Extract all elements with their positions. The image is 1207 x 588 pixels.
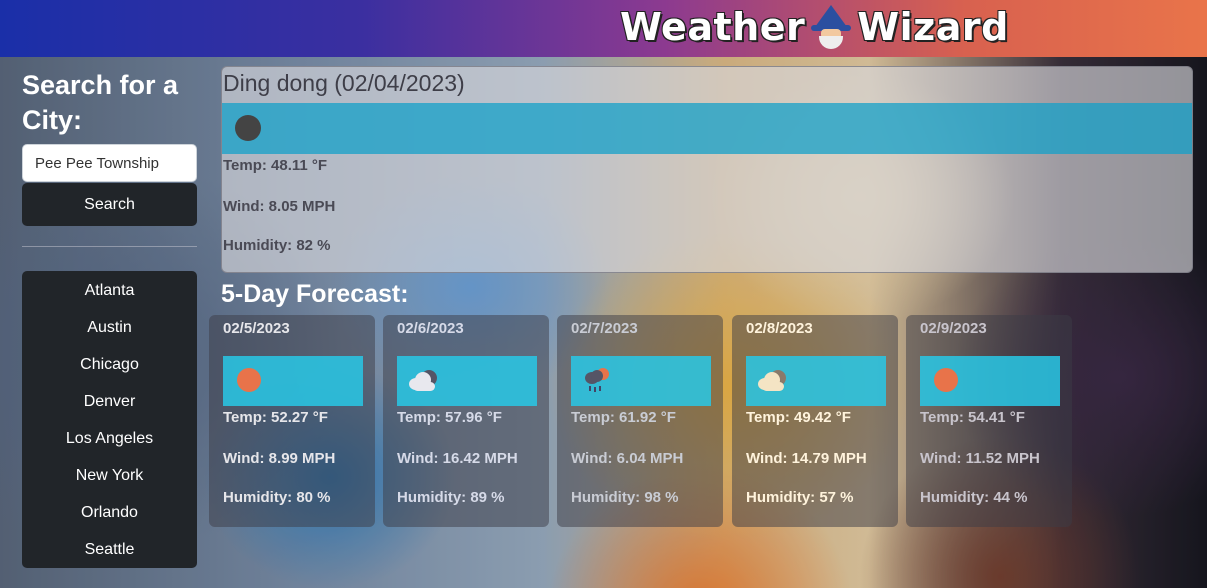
moon-icon [235,115,261,141]
forecast-icon-band [746,356,886,406]
forecast-icon-band [397,356,537,406]
forecast-icon-band [920,356,1060,406]
current-weather-card: Ding dong (02/04/2023) Temp: 48.11 °F Wi… [221,66,1193,273]
sun-icon [235,366,265,396]
partly-cloudy-icon [758,366,788,396]
forecast-card: 02/9/2023 Temp: 54.41 °F Wind: 11.52 MPH… [906,315,1072,527]
cloudy-icon [409,366,439,396]
search-panel: Search for a City: Pee Pee Township Sear… [22,68,197,226]
forecast-wind: Wind: 6.04 MPH [571,450,684,467]
sidebar-divider [22,246,197,247]
forecast-card: 02/7/2023 Temp: 61.92 °F Wind: 6.04 MPH … [557,315,723,527]
history-item-orlando[interactable]: Orlando [22,494,197,531]
forecast-date: 02/8/2023 [746,320,813,337]
forecast-card: 02/8/2023 Temp: 49.42 °F Wind: 14.79 MPH… [732,315,898,527]
forecast-humidity: Humidity: 44 % [920,489,1028,506]
history-item-atlanta[interactable]: Atlanta [22,272,197,309]
forecast-wind: Wind: 14.79 MPH [746,450,867,467]
forecast-date: 02/6/2023 [397,320,464,337]
forecast-card: 02/6/2023 Temp: 57.96 °F Wind: 16.42 MPH… [383,315,549,527]
history-item-los-angeles[interactable]: Los Angeles [22,420,197,457]
forecast-humidity: Humidity: 89 % [397,489,505,506]
history-item-seattle[interactable]: Seattle [22,531,197,568]
rain-icon [583,366,613,396]
history-item-austin[interactable]: Austin [22,309,197,346]
brand-text-right: Wizard [857,5,1009,49]
forecast-date: 02/5/2023 [223,320,290,337]
brand-logo: Weather Wizard [620,4,1009,50]
current-wind: Wind: 8.05 MPH [223,198,336,215]
search-title: Search for a City: [22,70,179,135]
search-button[interactable]: Search [22,183,197,226]
history-item-new-york[interactable]: New York [22,457,197,494]
wizard-icon [809,5,853,49]
history-item-chicago[interactable]: Chicago [22,346,197,383]
forecast-wind: Wind: 8.99 MPH [223,450,336,467]
sun-icon [932,366,962,396]
forecast-card: 02/5/2023 Temp: 52.27 °F Wind: 8.99 MPH … [209,315,375,527]
forecast-temp: Temp: 61.92 °F [571,409,676,426]
forecast-temp: Temp: 52.27 °F [223,409,328,426]
history-item-denver[interactable]: Denver [22,383,197,420]
forecast-wind: Wind: 11.52 MPH [920,450,1040,467]
forecast-humidity: Humidity: 98 % [571,489,679,506]
current-icon-band [222,103,1192,154]
search-history-list: Atlanta Austin Chicago Denver Los Angele… [22,271,197,568]
forecast-title: 5-Day Forecast: [221,280,409,308]
forecast-temp: Temp: 49.42 °F [746,409,851,426]
current-city-date: Ding dong (02/04/2023) [223,70,465,96]
current-humidity: Humidity: 82 % [223,237,331,254]
city-search-input[interactable]: Pee Pee Township [22,144,197,182]
brand-text-left: Weather [620,5,806,49]
header-bar: Weather Wizard [0,0,1207,57]
forecast-temp: Temp: 54.41 °F [920,409,1025,426]
forecast-icon-band [223,356,363,406]
forecast-temp: Temp: 57.96 °F [397,409,502,426]
forecast-date: 02/9/2023 [920,320,987,337]
current-temp: Temp: 48.11 °F [223,157,328,174]
forecast-date: 02/7/2023 [571,320,638,337]
forecast-humidity: Humidity: 80 % [223,489,331,506]
forecast-wind: Wind: 16.42 MPH [397,450,518,467]
forecast-humidity: Humidity: 57 % [746,489,854,506]
forecast-icon-band [571,356,711,406]
